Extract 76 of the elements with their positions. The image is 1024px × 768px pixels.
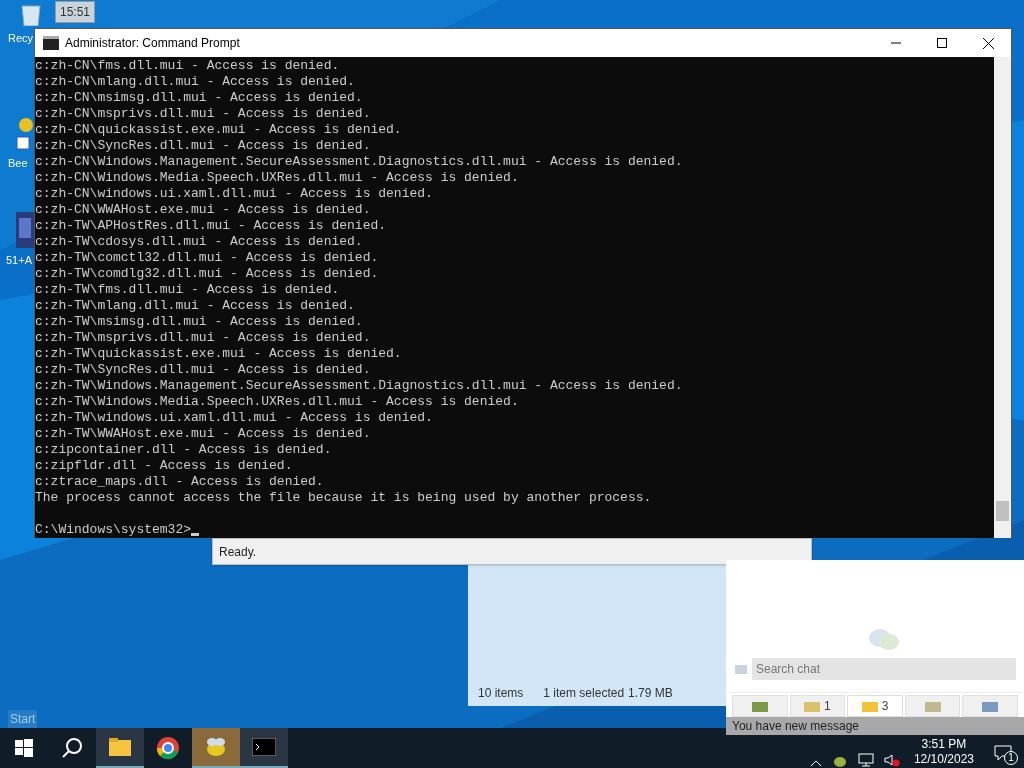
search-icon <box>61 737 83 759</box>
recycle-bin-icon[interactable] <box>20 4 42 26</box>
bee-icon[interactable] <box>16 115 34 151</box>
maximize-icon <box>937 38 947 48</box>
console-line: c:zipcontainer.dll - Access is denied. <box>35 442 332 458</box>
scrollbar[interactable] <box>994 57 1011 538</box>
console-line: c:zh-CN\msprivs.dll.mui - Access is denied. <box>35 106 371 122</box>
console-line: c:zh-TW\comdlg32.dll.mui - Access is denied. <box>35 266 379 282</box>
icon-label: Bee <box>8 156 28 171</box>
console-line: c:zh-TW\windows.ui.xaml.dll.mui - Access is denied. <box>35 410 433 426</box>
console-line: c:zh-TW\fms.dll.mui - Access is denied. <box>35 282 340 298</box>
console-line: c:zh-CN\WWAHost.exe.mui - Access is denied. <box>35 202 371 218</box>
clock-date: 12/10/2023 <box>913 752 974 767</box>
file-size: 1.79 MB <box>628 685 673 702</box>
console-line: c:zh-CN\windows.ui.xaml.dll.mui - Access is denied. <box>35 186 433 202</box>
chat-tab[interactable]: 3 <box>847 695 903 717</box>
console-icon <box>43 36 59 50</box>
tab-icon <box>982 700 999 712</box>
console-line: c:zh-TW\Windows.Media.Speech.UXRes.dll.mui - Access is denied. <box>35 394 519 410</box>
console-icon[interactable] <box>240 728 288 768</box>
console-line: c:zh-TW\cdosys.dll.mui - Access is denied. <box>35 234 363 250</box>
notification-button[interactable]: 1 <box>988 739 1018 767</box>
console-line: c:zh-CN\mlang.dll.mui - Access is denied. <box>35 74 355 90</box>
console-prompt: C:\Windows\system32> <box>35 522 192 538</box>
console-line: c:zh-CN\Windows.Media.Speech.UXRes.dll.mui - Access is denied. <box>35 170 519 186</box>
console-line: c:zh-CN\msimsg.dll.mui - Access is denied. <box>35 90 363 106</box>
scroll-thumb[interactable] <box>996 501 1009 521</box>
console-line: The process cannot access the file because it is being used by another process. <box>35 490 652 506</box>
console-line: c:zh-CN\fms.dll.mui - Access is denied. <box>35 58 340 74</box>
speech-bubble-icon <box>994 745 1012 761</box>
selection-status: 1 item selected <box>543 685 625 702</box>
pencil-icon <box>734 663 748 675</box>
speaker-muted-icon[interactable] <box>883 753 900 767</box>
console-line: c:ztrace_maps.dll - Access is denied. <box>35 474 324 490</box>
cursor <box>191 533 200 536</box>
icon-label: 51+A <box>6 253 32 268</box>
chat-tab[interactable] <box>732 695 788 717</box>
window-title: Administrator: Command Prompt <box>65 35 240 52</box>
start-label: Start <box>8 710 38 728</box>
tab-icon <box>924 700 941 712</box>
tab-icon <box>804 700 821 712</box>
console-line: c:zh-CN\quickassist.exe.mui - Access is denied. <box>35 122 402 138</box>
bee-icon[interactable] <box>192 728 240 768</box>
notification-count: 1 <box>1004 751 1018 765</box>
console-line: c:zh-TW\Windows.Management.SecureAssessment.Diagnostics.dll.mui - Access is denied. <box>35 378 683 394</box>
new-message-notice: You have new message <box>726 717 1024 735</box>
clock[interactable]: 3:51 PM 12/10/2023 <box>909 737 978 767</box>
console-line: c:zh-TW\quickassist.exe.mui - Access is denied. <box>35 346 402 362</box>
app-icon[interactable] <box>16 212 34 248</box>
folder-icon[interactable] <box>96 728 144 768</box>
tab-count: 1 <box>824 698 831 715</box>
console-line: c:zh-TW\comctl32.dll.mui - Access is denied. <box>35 250 379 266</box>
item-count: 10 items <box>478 685 524 702</box>
chevron-up-icon[interactable] <box>809 759 822 767</box>
console-line: c:zh-CN\Windows.Management.SecureAssessment.Diagnostics.dll.mui - Access is denied. <box>35 154 683 170</box>
console-line: c:zh-TW\WWAHost.exe.mui - Access is denied. <box>35 426 371 442</box>
network-icon[interactable] <box>857 753 874 767</box>
console-line: c:zh-TW\mlang.dll.mui - Access is denied. <box>35 298 355 314</box>
console-line: c:zh-CN\SyncRes.dll.mui - Access is denied. <box>35 138 371 154</box>
console-line: c:zh-TW\SyncRes.dll.mui - Access is denied. <box>35 362 371 378</box>
chat-tab[interactable]: 1 <box>789 695 846 717</box>
chat-tab[interactable] <box>962 695 1018 717</box>
icon-label: Recy <box>8 31 34 46</box>
console-line: c:zipfldr.dll - Access is denied. <box>35 458 293 474</box>
windows-logo-icon <box>15 739 33 757</box>
console-line: c:zh-TW\msimsg.dll.mui - Access is denied. <box>35 314 363 330</box>
tab-icon <box>861 700 878 712</box>
console-line: c:zh-TW\msprivs.dll.mui - Access is denied. <box>35 330 371 346</box>
clock-time: 3:51 PM <box>921 737 967 752</box>
search-chat-field[interactable]: Search chat <box>752 658 1016 680</box>
tab-count: 3 <box>881 698 889 715</box>
console-line: c:zh-TW\APHostRes.dll.mui - Access is denied. <box>35 218 387 234</box>
status-text: Ready. <box>219 543 257 561</box>
tab-icon <box>751 700 768 712</box>
tooltip: 15:51 <box>55 1 96 23</box>
close-icon <box>982 37 994 49</box>
